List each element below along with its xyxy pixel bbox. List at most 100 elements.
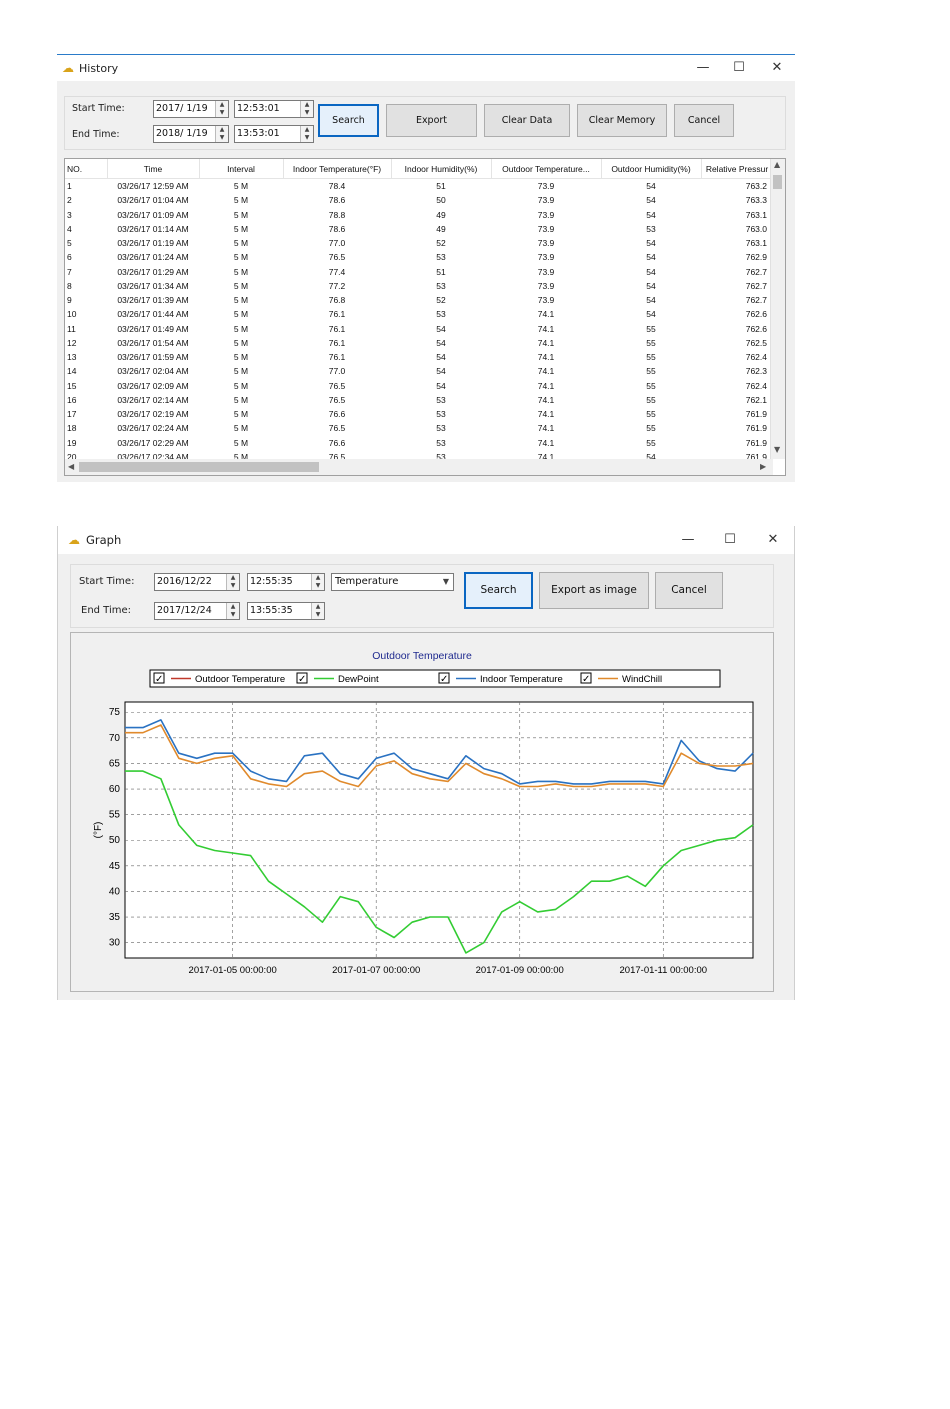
y-tick-label: 60 — [109, 784, 121, 795]
vertical-scrollbar[interactable]: ▲ ▼ — [770, 159, 785, 459]
history-cancel-button[interactable]: Cancel — [674, 104, 734, 137]
vertical-scroll-thumb[interactable] — [773, 175, 782, 189]
table-row[interactable]: 8 03/26/17 01:34 AM 5 M 77.2 53 73.9 54 762.7 — [65, 279, 773, 293]
start-date-picker[interactable]: 2017/ 1/19 ▲ ▼ — [153, 100, 229, 118]
end-date-spinner[interactable]: ▲ ▼ — [215, 126, 228, 142]
table-row[interactable]: 4 03/26/17 01:14 AM 5 M 78.6 49 73.9 53 763.0 — [65, 222, 773, 236]
scroll-up-arrow-icon[interactable]: ▲ — [774, 160, 780, 169]
column-header[interactable]: Interval — [199, 159, 284, 179]
table-cell: 03/26/17 02:04 AM — [117, 366, 189, 377]
column-header[interactable]: Outdoor Humidity(%) — [601, 159, 702, 179]
table-cell: 762.4 — [745, 352, 767, 363]
table-cell: 54 — [646, 195, 656, 206]
table-cell: 5 M — [233, 337, 249, 348]
column-header[interactable]: NO. — [65, 159, 108, 179]
end-date-picker[interactable]: 2017/12/24 ▲ ▼ — [154, 602, 240, 620]
horizontal-scrollbar[interactable]: ◀ ▶ — [65, 459, 773, 475]
y-tick-label: 70 — [109, 733, 121, 744]
graph-titlebar[interactable]: ☁ Graph — ☐ ✕ — [58, 526, 794, 554]
table-row[interactable]: 14 03/26/17 02:04 AM 5 M 77.0 54 74.1 55 762.3 — [65, 364, 773, 378]
minimize-button[interactable]: — — [678, 531, 698, 549]
table-cell: 54 — [436, 380, 446, 391]
chevron-down-icon: ▼ — [442, 577, 449, 586]
table-cell: 54 — [646, 280, 656, 291]
table-cell: 18 — [67, 423, 77, 434]
table-cell: 53 — [646, 223, 656, 234]
graph-search-button[interactable]: Search — [464, 572, 533, 609]
table-row[interactable]: 11 03/26/17 01:49 AM 5 M 76.1 54 74.1 55 762.6 — [65, 322, 773, 336]
table-cell: 03/26/17 02:14 AM — [117, 394, 189, 405]
end-date-picker[interactable]: 2018/ 1/19 ▲ ▼ — [153, 125, 229, 143]
horizontal-scroll-thumb[interactable] — [79, 462, 319, 472]
table-cell: 16 — [67, 394, 77, 405]
table-row[interactable]: 16 03/26/17 02:14 AM 5 M 76.5 53 74.1 55 762.1 — [65, 393, 773, 407]
table-row[interactable]: 6 03/26/17 01:24 AM 5 M 76.5 53 73.9 54 762.9 — [65, 250, 773, 264]
table-row[interactable]: 10 03/26/17 01:44 AM 5 M 76.1 53 74.1 54 762.6 — [65, 307, 773, 321]
table-cell: 2 — [67, 195, 72, 206]
column-header[interactable]: Time — [107, 159, 200, 179]
x-tick-label: 2017-01-11 00:00:00 — [620, 965, 708, 976]
table-row[interactable]: 13 03/26/17 01:59 AM 5 M 76.1 54 74.1 55 762.4 — [65, 350, 773, 364]
end-time-picker[interactable]: 13:53:01 ▲ ▼ — [234, 125, 314, 143]
start-time-spinner[interactable]: ▲ ▼ — [311, 574, 324, 590]
column-header[interactable]: Indoor Temperature(°F) — [283, 159, 392, 179]
clear-memory-button[interactable]: Clear Memory — [577, 104, 667, 137]
end-date-spinner[interactable]: ▲ ▼ — [226, 603, 239, 619]
table-cell: 761.9 — [745, 423, 767, 434]
table-cell: 761.9 — [745, 409, 767, 420]
start-time-picker[interactable]: 12:53:01 ▲ ▼ — [234, 100, 314, 118]
table-cell: 54 — [646, 209, 656, 220]
table-row[interactable]: 9 03/26/17 01:39 AM 5 M 76.8 52 73.9 54 762.7 — [65, 293, 773, 307]
column-header[interactable]: Relative Pressur — [701, 159, 774, 179]
table-cell: 5 M — [233, 223, 249, 234]
scroll-right-arrow-icon[interactable]: ▶ — [760, 462, 766, 471]
table-cell: 55 — [646, 323, 656, 334]
export-button[interactable]: Export — [386, 104, 477, 137]
table-row[interactable]: 18 03/26/17 02:24 AM 5 M 76.5 53 74.1 55 761.9 — [65, 421, 773, 435]
measure-select[interactable]: Temperature ▼ — [331, 573, 454, 591]
history-titlebar[interactable]: ☁ History — ☐ ✕ — [57, 55, 795, 81]
maximize-button[interactable]: ☐ — [720, 531, 740, 549]
close-button[interactable]: ✕ — [763, 531, 783, 549]
scroll-down-arrow-icon[interactable]: ▼ — [774, 445, 780, 454]
y-tick-label: 30 — [109, 938, 121, 949]
table-row[interactable]: 7 03/26/17 01:29 AM 5 M 77.4 51 73.9 54 762.7 — [65, 265, 773, 279]
history-data-grid[interactable]: NO. Time Interval Indoor Temperature(°F) Ind… — [64, 158, 786, 476]
table-cell: 03/26/17 01:14 AM — [117, 223, 189, 234]
start-time-picker[interactable]: 12:55:35 ▲ ▼ — [247, 573, 325, 591]
end-time-spinner[interactable]: ▲ ▼ — [311, 603, 324, 619]
table-row[interactable]: 19 03/26/17 02:29 AM 5 M 76.6 53 74.1 55 761.9 — [65, 436, 773, 450]
end-time-picker[interactable]: 13:55:35 ▲ ▼ — [247, 602, 325, 620]
table-cell: 03/26/17 01:34 AM — [117, 280, 189, 291]
close-button[interactable]: ✕ — [767, 59, 787, 77]
history-search-button[interactable]: Search — [318, 104, 379, 137]
scroll-left-arrow-icon[interactable]: ◀ — [68, 462, 74, 471]
start-date-picker[interactable]: 2016/12/22 ▲ ▼ — [154, 573, 240, 591]
start-date-spinner[interactable]: ▲ ▼ — [226, 574, 239, 590]
table-cell: 73.9 — [537, 238, 555, 249]
export-as-image-button[interactable]: Export as image — [539, 572, 649, 609]
clear-data-button[interactable]: Clear Data — [484, 104, 570, 137]
maximize-button[interactable]: ☐ — [729, 59, 749, 77]
graph-cancel-button[interactable]: Cancel — [655, 572, 723, 609]
table-cell: 5 M — [233, 423, 249, 434]
column-header[interactable]: Outdoor Temperature... — [491, 159, 602, 179]
table-row[interactable]: 12 03/26/17 01:54 AM 5 M 76.1 54 74.1 55 762.5 — [65, 336, 773, 350]
start-date-spinner[interactable]: ▲ ▼ — [215, 101, 228, 117]
legend-label: Indoor Temperature — [480, 674, 563, 685]
table-cell: 77.0 — [328, 238, 346, 249]
end-time-spinner[interactable]: ▲ ▼ — [300, 126, 313, 142]
minimize-button[interactable]: — — [693, 59, 713, 77]
table-row[interactable]: 2 03/26/17 01:04 AM 5 M 78.6 50 73.9 54 763.3 — [65, 193, 773, 207]
table-cell: 73.9 — [537, 209, 555, 220]
table-row[interactable]: 17 03/26/17 02:19 AM 5 M 76.6 53 74.1 55 761.9 — [65, 407, 773, 421]
y-tick-label: 75 — [109, 707, 121, 718]
table-row[interactable]: 3 03/26/17 01:09 AM 5 M 78.8 49 73.9 54 763.1 — [65, 208, 773, 222]
table-row[interactable]: 15 03/26/17 02:09 AM 5 M 76.5 54 74.1 55 762.4 — [65, 379, 773, 393]
start-time-spinner[interactable]: ▲ ▼ — [300, 101, 313, 117]
table-row[interactable]: 5 03/26/17 01:19 AM 5 M 77.0 52 73.9 54 763.1 — [65, 236, 773, 250]
table-cell: 03/26/17 02:29 AM — [117, 437, 189, 448]
column-header[interactable]: Indoor Humidity(%) — [391, 159, 492, 179]
history-window: ☁ History — ☐ ✕ Start Time: End Time: 20… — [57, 54, 795, 482]
table-row[interactable]: 1 03/26/17 12:59 AM 5 M 78.4 51 73.9 54 763.2 — [65, 179, 773, 194]
